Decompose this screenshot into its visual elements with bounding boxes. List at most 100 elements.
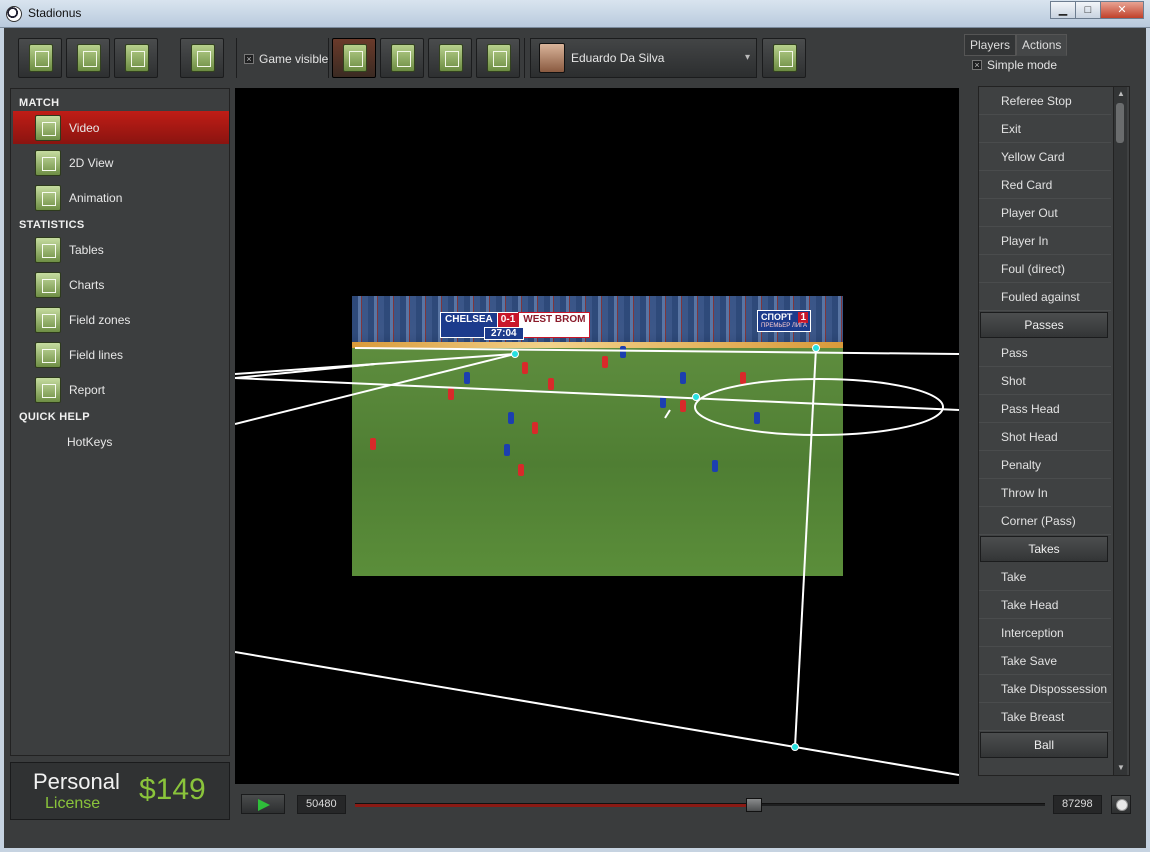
player-figure [602,356,608,368]
rotate-tool-button[interactable] [380,38,424,78]
nav-item-field-zones[interactable]: Field zones [13,303,229,336]
action-item[interactable]: Interception [979,619,1111,647]
action-item[interactable]: Player Out [979,199,1111,227]
action-item[interactable]: Pass [979,339,1111,367]
license-price: $149 [139,773,206,806]
player-figure [448,388,454,400]
total-frames: 87298 [1053,795,1102,814]
tab-actions[interactable]: Actions [1016,34,1068,56]
channel-subtitle: ПРЕМЬЕР ЛИГА [761,323,808,329]
player-select[interactable]: Eduardo Da Silva ▾ [530,38,757,78]
action-item[interactable]: Corner (Pass) [979,507,1111,535]
clock-icon[interactable] [1111,795,1131,814]
player-figure [620,346,626,358]
action-item[interactable]: Take [979,563,1111,591]
simple-mode-toggle[interactable]: × Simple mode [972,58,1057,72]
license-label: License [45,795,101,812]
player-figure [518,464,524,476]
new-match-button[interactable] [18,38,62,78]
action-item[interactable]: Take Save [979,647,1111,675]
nav-item-report[interactable]: Report [13,373,229,406]
actions-scrollbar[interactable]: ▲ ▼ [1113,87,1127,775]
action-item[interactable]: Shot Head [979,423,1111,451]
player-figure [660,396,666,408]
current-frame[interactable]: 50480 [297,795,346,814]
field-lines-icon [35,341,61,368]
nav-item-field-lines[interactable]: Field lines [13,338,229,371]
nav-item-label: Field lines [69,347,124,362]
section-title-statistics: STATISTICS [19,219,85,231]
remove-player-button[interactable] [762,38,806,78]
toolbar-divider [328,38,329,78]
tab-players[interactable]: Players [964,34,1017,56]
simple-mode-checkbox[interactable]: × [972,60,982,70]
game-visible-checkbox[interactable]: × [244,54,254,64]
scroll-down-icon[interactable]: ▼ [1114,761,1128,775]
action-item[interactable]: Penalty [979,451,1111,479]
settings-button[interactable] [180,38,224,78]
report-icon [35,376,61,403]
action-group-header[interactable]: Takes [980,536,1108,562]
channel-number: 1 [798,312,808,323]
nav-item-video[interactable]: Video [13,111,229,144]
nav-item-label: Charts [69,277,105,292]
timeline-progress [355,804,754,807]
rotate-icon [391,44,415,72]
actions-list[interactable]: Referee Stop Exit Yellow Card Red Card Playe… [978,86,1130,776]
table-icon [35,236,61,263]
action-item[interactable]: Take Head [979,591,1111,619]
section-title-quick-help: QUICK HELP [19,411,90,423]
save-match-button[interactable] [114,38,158,78]
open-folder-icon [77,44,101,72]
advertising-board [352,342,843,348]
player-target-icon [487,44,511,72]
field-points-tool-button[interactable] [332,38,376,78]
game-visible-toggle[interactable]: × Game visible [244,52,328,66]
timeline-thumb[interactable] [745,798,762,812]
player-position-button[interactable] [476,38,520,78]
action-item[interactable]: Take Dispossession [979,675,1111,703]
scroll-up-icon[interactable]: ▲ [1114,87,1128,101]
soccer-ball-icon [6,6,22,22]
player-name: Eduardo Da Silva [571,51,665,65]
left-navigation: MATCH Video 2D View Animation STATISTICS… [10,88,230,756]
chevron-down-icon[interactable]: ▾ [745,52,750,63]
window-title: Stadionus [28,6,82,20]
action-item[interactable]: Exit [979,115,1111,143]
maximize-button[interactable]: □ [1075,1,1101,19]
action-item[interactable]: Fouled against [979,283,1111,311]
player-figure [712,460,718,472]
video-viewport[interactable]: CHELSEA 0-1 WEST BROM 27:04 СПОРТ 1 ПРЕМ… [235,88,959,784]
minimize-button[interactable]: ▁ [1050,1,1076,19]
right-panel: Players Actions × Simple mode Referee St… [962,32,1140,784]
nav-item-2d-view[interactable]: 2D View [13,146,229,179]
action-item[interactable]: Yellow Card [979,143,1111,171]
player-figure [548,378,554,390]
action-group-header[interactable]: Ball [980,732,1108,758]
action-item[interactable]: Throw In [979,479,1111,507]
license-badge[interactable]: Personal License $149 [10,762,230,820]
nav-item-animation[interactable]: Animation [13,181,229,214]
action-item[interactable]: Take Breast [979,703,1111,731]
fit-field-button[interactable] [428,38,472,78]
action-group-header[interactable]: Passes [980,312,1108,338]
action-item[interactable]: Referee Stop [979,87,1111,115]
action-item[interactable]: Foul (direct) [979,255,1111,283]
nav-item-tables[interactable]: Tables [13,233,229,266]
action-item[interactable]: Shot [979,367,1111,395]
nav-item-charts[interactable]: Charts [13,268,229,301]
action-item[interactable]: Pass Head [979,395,1111,423]
animation-icon [35,184,61,211]
nav-item-hotkeys[interactable]: HotKeys [13,425,229,458]
game-visible-label: Game visible [259,52,329,66]
action-item[interactable]: Player In [979,227,1111,255]
play-button[interactable] [241,794,285,814]
main-toolbar: × Game visible Eduardo Da Silva ▾ [10,32,960,82]
action-item[interactable]: Red Card [979,171,1111,199]
close-button[interactable]: ✕ [1100,1,1144,19]
field-line [794,746,959,776]
timeline-slider[interactable] [355,798,1045,812]
open-match-button[interactable] [66,38,110,78]
match-clock: 27:04 [484,327,524,340]
scroll-thumb[interactable] [1116,103,1124,143]
